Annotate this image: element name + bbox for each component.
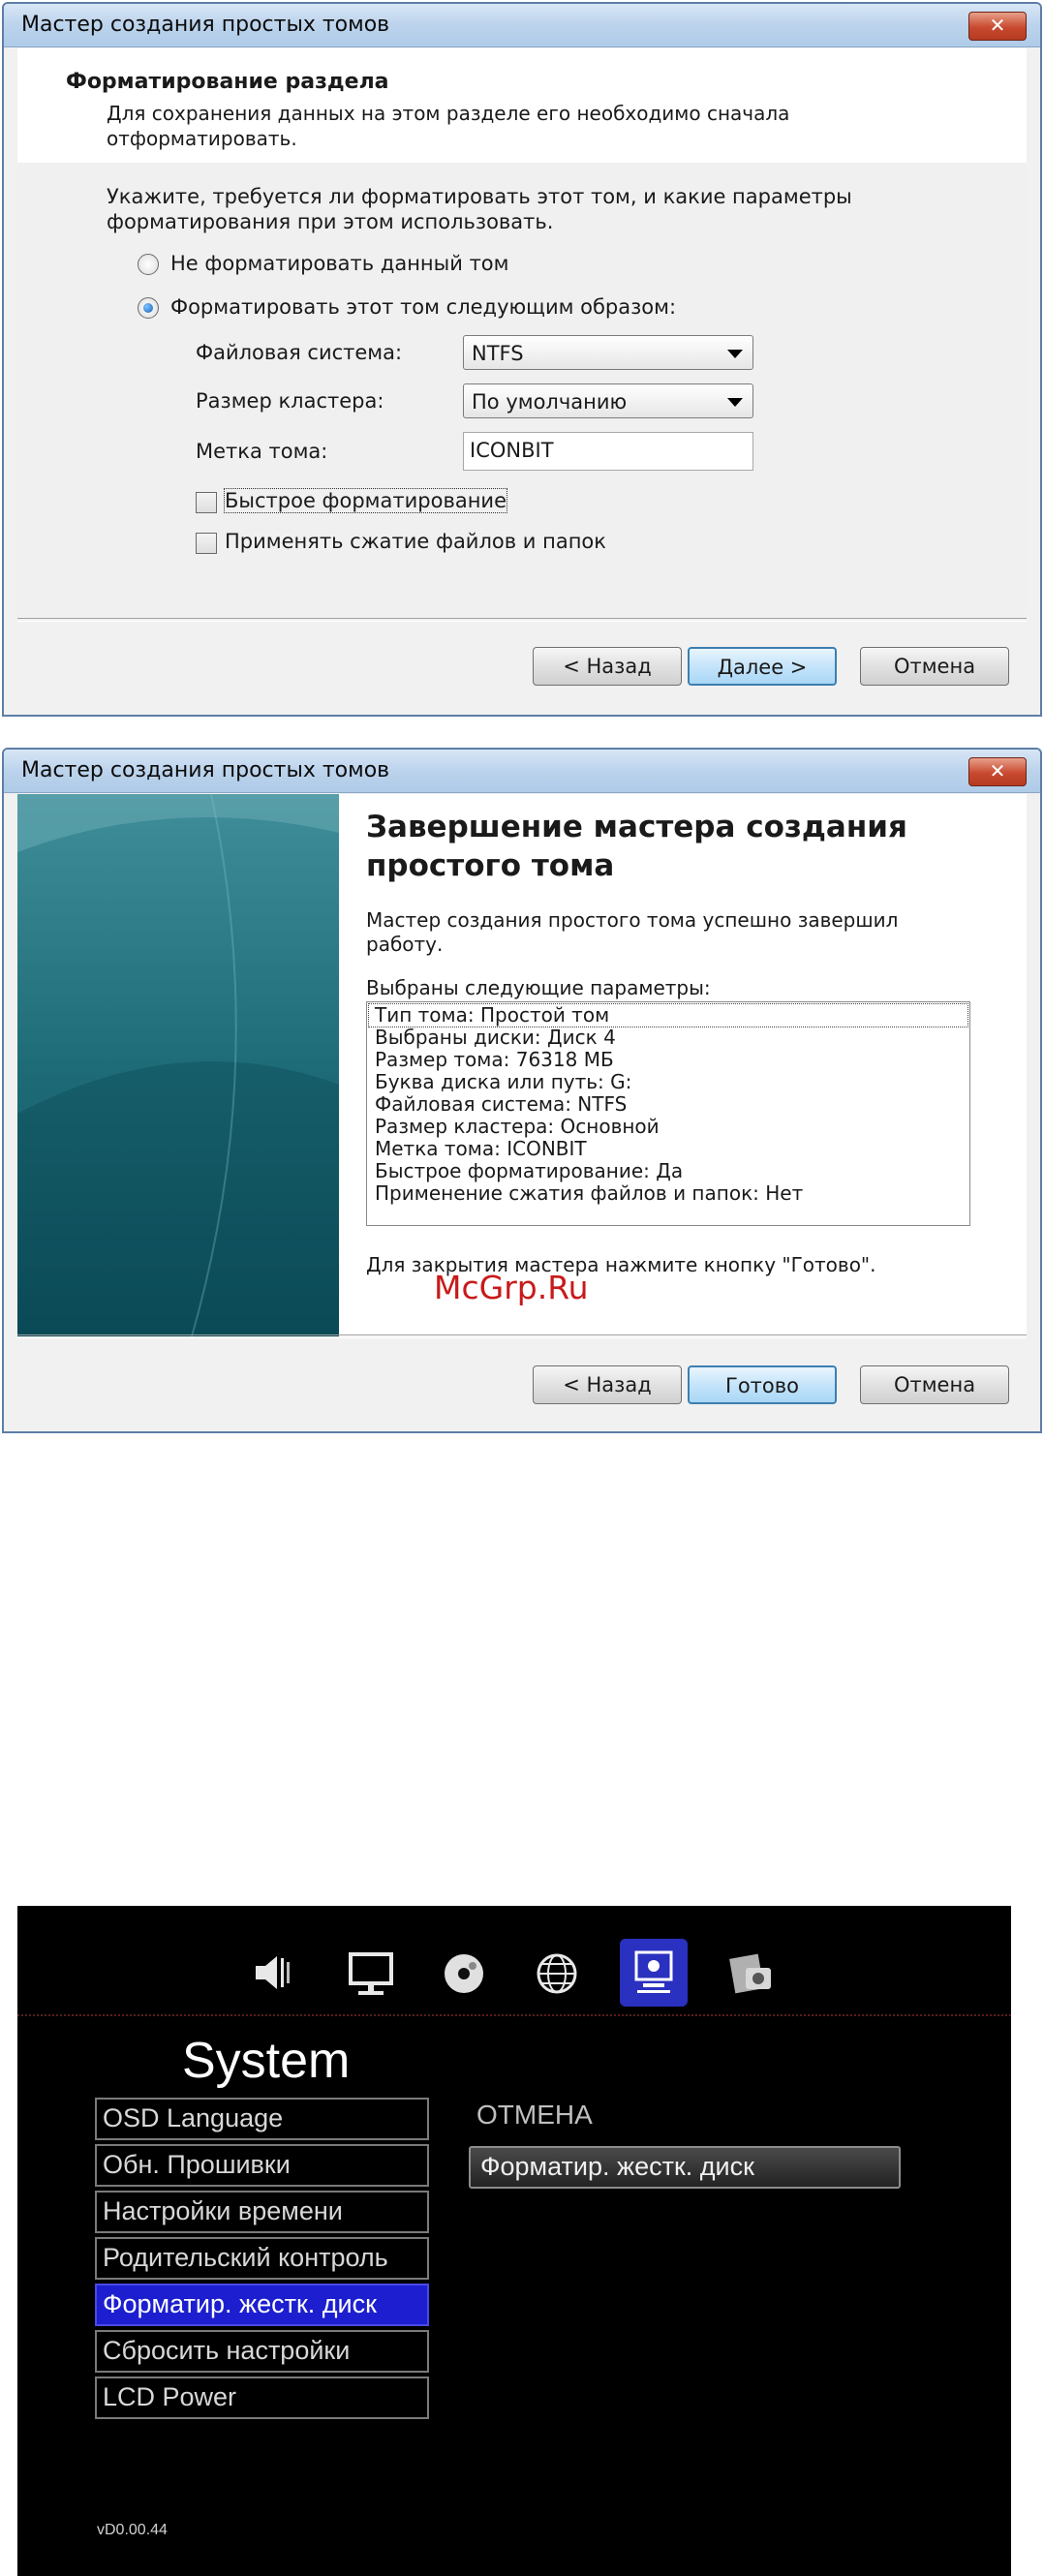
list-item[interactable]: Тип тома: Простой том <box>368 1003 968 1027</box>
dropdown-arrow-icon <box>727 350 743 358</box>
window-title: Мастер создания простых томов <box>21 758 390 782</box>
format-partition-wizard: Мастер создания простых томов ✕ Форматир… <box>2 2 1042 717</box>
close-button[interactable]: ✕ <box>968 757 1027 786</box>
title-bar[interactable]: Мастер создания простых томов ✕ <box>4 4 1040 47</box>
list-item[interactable]: Применение сжатия файлов и папок: Нет <box>367 1182 969 1205</box>
tv-setup-menu: System OSD Language Обн. Прошивки Настро… <box>17 1906 1011 2576</box>
cancel-button[interactable]: Отмена <box>860 1365 1009 1404</box>
cluster-size-label: Размер кластера: <box>196 389 384 413</box>
completion-heading: Завершение мастера создания простого том… <box>366 810 907 883</box>
footer-separator <box>17 1334 1027 1338</box>
firmware-version: vD0.00.44 <box>97 2522 168 2538</box>
parameters-list[interactable]: Тип тома: Простой том Выбраны диски: Дис… <box>366 1001 970 1226</box>
menu-item-time-settings[interactable]: Настройки времени <box>95 2191 429 2233</box>
cancel-option[interactable]: ОТМЕНА <box>476 2100 593 2131</box>
category-icon-bar <box>17 1939 1011 2016</box>
list-item[interactable]: Размер кластера: Основной <box>367 1116 969 1138</box>
title-bar[interactable]: Мастер создания простых томов ✕ <box>4 750 1040 793</box>
menu-item-reset-settings[interactable]: Сбросить настройки <box>95 2330 429 2373</box>
format-label[interactable]: Форматировать этот том следующим образом… <box>170 295 676 319</box>
photo-icon[interactable] <box>717 1939 784 2007</box>
list-item[interactable]: Файловая система: NTFS <box>367 1093 969 1116</box>
menu-item-lcd-power[interactable]: LCD Power <box>95 2377 429 2419</box>
cluster-size-value: По умолчанию <box>472 390 628 414</box>
globe-icon[interactable] <box>523 1939 591 2007</box>
menu-item-parental-control[interactable]: Родительский контроль <box>95 2237 429 2280</box>
file-system-value: NTFS <box>472 342 524 365</box>
volume-label-label: Метка тома: <box>196 440 328 463</box>
menu-title: System <box>182 2033 351 2089</box>
list-item[interactable]: Выбраны диски: Диск 4 <box>367 1027 969 1049</box>
format-radio[interactable] <box>138 297 159 319</box>
wizard-body: Укажите, требуется ли форматировать этот… <box>17 163 1027 614</box>
footer-separator <box>17 618 1027 622</box>
cluster-size-select[interactable]: По умолчанию <box>463 383 753 418</box>
volume-label-value: ICONBIT <box>470 439 554 462</box>
cancel-button[interactable]: Отмена <box>860 647 1009 686</box>
no-format-label[interactable]: Не форматировать данный том <box>170 252 509 275</box>
compression-checkbox[interactable] <box>196 533 217 554</box>
watermark-text: McGrp.Ru <box>434 1269 589 1306</box>
window-title: Мастер создания простых томов <box>21 13 390 37</box>
quick-format-checkbox[interactable] <box>196 492 217 513</box>
list-item[interactable]: Быстрое форматирование: Да <box>367 1160 969 1182</box>
quick-format-label[interactable]: Быстрое форматирование <box>224 488 507 513</box>
no-format-radio[interactable] <box>138 254 159 275</box>
dropdown-arrow-icon <box>727 398 743 407</box>
disc-icon[interactable] <box>430 1939 498 2007</box>
volume-label-input[interactable]: ICONBIT <box>463 432 753 471</box>
list-item[interactable]: Размер тома: 76318 МБ <box>367 1049 969 1071</box>
menu-item-firmware-update[interactable]: Обн. Прошивки <box>95 2144 429 2187</box>
completion-wizard: Мастер создания простых томов ✕ Завершен… <box>2 748 1042 1433</box>
menu-item-format-hdd[interactable]: Форматир. жестк. диск <box>95 2284 429 2326</box>
divider-line <box>17 2014 1011 2016</box>
finish-button[interactable]: Готово <box>688 1365 837 1404</box>
file-system-select[interactable]: NTFS <box>463 335 753 370</box>
compression-label[interactable]: Применять сжатие файлов и папок <box>225 530 606 553</box>
back-button[interactable]: < Назад <box>533 647 682 686</box>
system-icon[interactable] <box>620 1939 688 2007</box>
monitor-icon[interactable] <box>337 1939 405 2007</box>
format-hdd-button[interactable]: Форматир. жестк. диск <box>469 2146 901 2189</box>
header-subtitle: Для сохранения данных на этом разделе ег… <box>107 102 790 150</box>
params-label: Выбраны следующие параметры: <box>366 976 711 999</box>
wizard-header: Форматирование раздела Для сохранения да… <box>17 48 1027 164</box>
menu-item-osd-language[interactable]: OSD Language <box>95 2098 429 2140</box>
header-title: Форматирование раздела <box>66 70 389 94</box>
success-text: Мастер создания простого тома успешно за… <box>366 908 899 956</box>
close-button[interactable]: ✕ <box>968 12 1027 41</box>
list-item[interactable]: Метка тома: ICONBIT <box>367 1138 969 1160</box>
back-button[interactable]: < Назад <box>533 1365 682 1404</box>
next-button[interactable]: Далее > <box>688 647 837 686</box>
side-banner-image <box>17 794 339 1336</box>
instruction-text: Укажите, требуется ли форматировать этот… <box>107 185 852 233</box>
list-item[interactable]: Буква диска или путь: G: <box>367 1071 969 1093</box>
file-system-label: Файловая система: <box>196 341 403 364</box>
speaker-icon[interactable] <box>240 1939 308 2007</box>
